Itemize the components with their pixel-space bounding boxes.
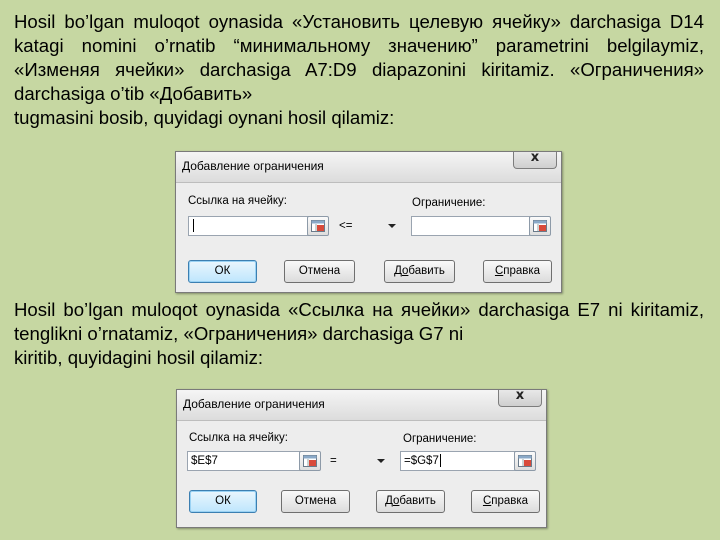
help-button[interactable]: Справка: [471, 490, 540, 513]
range-select-icon: [311, 220, 325, 232]
operator-select[interactable]: =: [327, 451, 391, 471]
cell-reference-select-button[interactable]: [299, 451, 321, 471]
constraint-label: Ограничение:: [412, 197, 486, 209]
cell-reference-label: Ссылка на ячейку:: [188, 195, 287, 207]
cancel-button[interactable]: Отмена: [284, 260, 355, 283]
close-button[interactable]: x: [498, 388, 542, 407]
constraint-label: Ограничение:: [403, 433, 477, 445]
chevron-down-icon[interactable]: [388, 224, 396, 228]
cancel-button[interactable]: Отмена: [281, 490, 350, 513]
constraint-input[interactable]: =$G$7: [400, 451, 516, 471]
close-button[interactable]: x: [513, 150, 557, 169]
close-icon[interactable]: x: [514, 150, 556, 165]
operator-select[interactable]: <=: [336, 216, 402, 236]
range-select-icon: [303, 455, 317, 467]
cell-reference-input[interactable]: $E$7: [187, 451, 301, 471]
ok-button[interactable]: ОК: [188, 260, 257, 283]
close-icon[interactable]: x: [499, 388, 541, 403]
operator-value: <=: [339, 220, 353, 232]
instruction-paragraph-1: Hosil bo’lgan muloqot oynasida «Установи…: [14, 10, 704, 128]
paragraph-2-text: Hosil bo’lgan muloqot oynasida «Ссылка н…: [14, 299, 704, 344]
text-cursor: [439, 454, 441, 468]
range-select-icon: [533, 220, 547, 232]
dialog-titlebar: Добавление ограничения x: [177, 388, 546, 421]
paragraph-1-text: Hosil bo’lgan muloqot oynasida «Установи…: [14, 11, 704, 104]
text-cursor: [193, 219, 194, 233]
add-button[interactable]: Добавить: [376, 490, 445, 513]
constraint-select-button[interactable]: [514, 451, 536, 471]
paragraph-2-last-line: kiritib, quyidagini hosil qilamiz:: [14, 347, 264, 368]
paragraph-1-last-line: tugmasini bosib, quyidagi oynani hosil q…: [14, 107, 395, 128]
help-button[interactable]: Справка: [483, 260, 552, 283]
add-button[interactable]: Добавить: [384, 260, 455, 283]
constraint-select-button[interactable]: [529, 216, 551, 236]
cell-reference-select-button[interactable]: [307, 216, 329, 236]
cell-reference-label: Ссылка на ячейку:: [189, 432, 288, 444]
add-constraint-dialog-empty: Добавление ограничения x Ссылка на ячейк…: [175, 150, 562, 293]
chevron-down-icon[interactable]: [377, 459, 385, 463]
dialog-title: Добавление ограничения: [182, 159, 324, 173]
range-select-icon: [518, 455, 532, 467]
cell-reference-input[interactable]: [188, 216, 309, 236]
add-constraint-dialog-filled: Добавление ограничения x Ссылка на ячейк…: [176, 388, 547, 528]
dialog-title: Добавление ограничения: [183, 397, 325, 411]
constraint-input[interactable]: [411, 216, 530, 236]
ok-button[interactable]: ОК: [189, 490, 257, 513]
dialog-titlebar: Добавление ограничения x: [176, 150, 561, 183]
operator-value: =: [330, 455, 337, 467]
instruction-paragraph-2: Hosil bo’lgan muloqot oynasida «Ссылка н…: [14, 298, 704, 380]
